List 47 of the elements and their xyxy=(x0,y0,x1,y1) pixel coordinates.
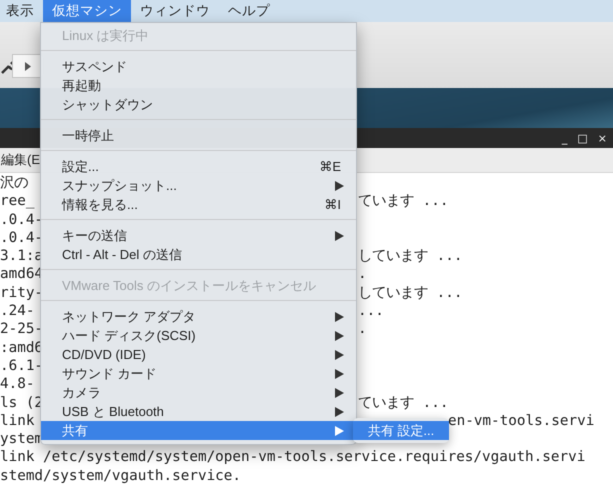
window-control[interactable]: □ xyxy=(577,132,588,144)
terminal-text: 2-25- xyxy=(0,321,44,338)
menu-item[interactable]: 共有 設定... xyxy=(353,421,449,440)
menu-item[interactable]: 再起動 xyxy=(41,76,356,95)
terminal-text: ... xyxy=(358,303,384,320)
terminal-text: ree_ xyxy=(0,193,34,210)
window-control[interactable]: _ xyxy=(562,132,568,144)
menu-item[interactable]: ネットワーク アダプタ xyxy=(41,307,356,326)
menu-item[interactable]: カメラ xyxy=(41,383,356,402)
menu-item[interactable]: サウンド カード xyxy=(41,364,356,383)
terminal-text: .0.4- xyxy=(0,212,44,228)
terminal-text: 4.8- xyxy=(0,376,34,392)
terminal-text: しています ... xyxy=(358,248,462,264)
menu-item[interactable]: CD/DVD (IDE) xyxy=(41,345,356,364)
terminal-text: link xyxy=(0,412,34,429)
menu-bar-item[interactable]: ヘルプ xyxy=(219,0,279,22)
terminal-text: .24- xyxy=(0,303,34,320)
terminal-text: en-vm-tools.servi xyxy=(448,412,594,429)
menu-item[interactable]: 情報を見る... ⌘I xyxy=(41,195,356,214)
window-control[interactable]: × xyxy=(598,132,607,144)
terminal-text: :amd6 xyxy=(0,340,44,356)
terminal-text: しています ... xyxy=(358,284,462,301)
caret-icon xyxy=(25,62,31,70)
terminal-text: . xyxy=(358,266,367,282)
menu-item[interactable]: スナップショット... xyxy=(41,176,356,195)
menu-bar-item[interactable]: 表示 xyxy=(0,0,43,22)
terminal-text: rity- xyxy=(0,284,44,301)
menu-item[interactable]: 設定... ⌘E xyxy=(41,157,356,176)
menu-item[interactable]: ハード ディスク(SCSI) xyxy=(41,326,356,345)
menu-item[interactable]: キーの送信 xyxy=(41,226,356,245)
terminal-text: 沢の xyxy=(0,175,28,191)
menu-item[interactable]: 一時停止 xyxy=(41,126,356,145)
menu-item[interactable]: USB と Bluetooth xyxy=(41,402,356,421)
terminal-line: stemd/system/vgauth.service. xyxy=(0,468,242,484)
terminal-text: .6.1- xyxy=(0,358,44,374)
terminal-text: .0.4- xyxy=(0,230,44,246)
terminal-line: link /etc/systemd/system/open-vm-tools.service.requires/vgauth.servi xyxy=(0,449,586,466)
terminal-text: ています ... xyxy=(358,193,448,210)
menu-bar-item[interactable]: ウィンドウ xyxy=(131,0,219,22)
menu-bar-item[interactable]: 仮想マシン xyxy=(43,0,131,22)
terminal-text: ています ... xyxy=(358,394,448,411)
menu-item[interactable]: サスペンド xyxy=(41,57,356,76)
menu-item[interactable]: シャットダウン xyxy=(41,95,356,114)
terminal-text: . xyxy=(358,321,367,338)
menu-item[interactable]: 共有 xyxy=(41,421,356,440)
menu-item[interactable]: Ctrl - Alt - Del の送信 xyxy=(41,245,356,264)
terminal-menu-item[interactable]: 編集(E xyxy=(1,151,40,169)
